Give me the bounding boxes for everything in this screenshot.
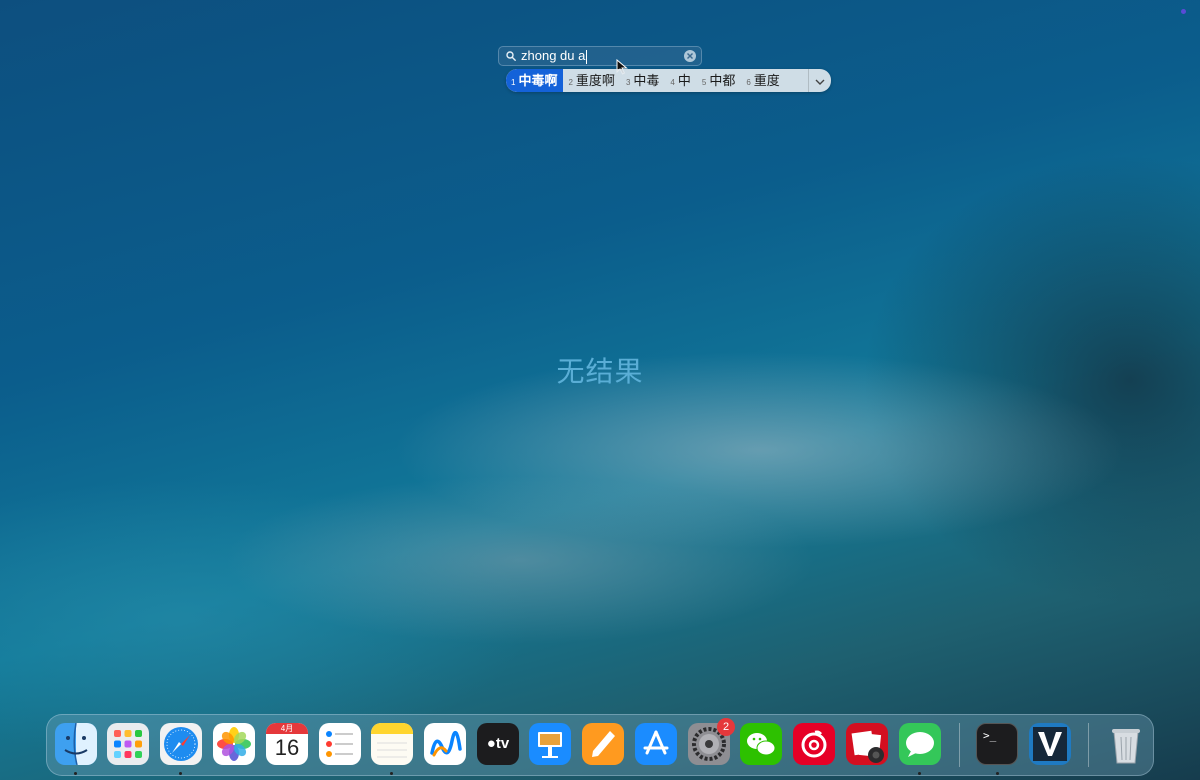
notification-badge: 2 — [717, 718, 735, 736]
reminders-icon[interactable] — [319, 723, 361, 765]
dock: 4月 16 ●tv 2 >_ — [46, 714, 1154, 776]
finder-icon[interactable] — [55, 723, 97, 765]
terminal-icon[interactable]: >_ — [976, 723, 1018, 765]
chevron-down-icon — [815, 72, 825, 90]
appletv-icon[interactable]: ●tv — [477, 723, 519, 765]
search-icon — [504, 49, 518, 63]
ime-candidate-bar: 1 中毒啊 2 重度啊 3 中毒 4中 5 中都 6 重度 — [506, 69, 831, 92]
ime-candidate-5[interactable]: 5 中都 — [697, 69, 741, 92]
messages-icon[interactable] — [899, 723, 941, 765]
ime-candidate-3[interactable]: 3 中毒 — [621, 69, 665, 92]
ime-candidate-4[interactable]: 4中 — [665, 69, 696, 92]
freeform-icon[interactable] — [424, 723, 466, 765]
running-indicator — [74, 772, 77, 775]
search-input[interactable]: zhong du a — [521, 48, 588, 64]
running-indicator — [390, 772, 393, 775]
launchpad-icon[interactable] — [107, 723, 149, 765]
keynote-icon[interactable] — [529, 723, 571, 765]
photos-icon[interactable] — [213, 723, 255, 765]
dock-separator — [959, 723, 960, 767]
running-indicator — [918, 772, 921, 775]
ime-expand-button[interactable] — [808, 69, 831, 92]
wechat-icon[interactable] — [740, 723, 782, 765]
spotlight-search-bar[interactable]: zhong du a — [498, 46, 702, 66]
running-indicator — [179, 772, 182, 775]
pages-icon[interactable] — [582, 723, 624, 765]
running-indicator — [996, 772, 999, 775]
calendar-icon[interactable]: 4月 16 — [266, 723, 308, 765]
appstore-icon[interactable] — [635, 723, 677, 765]
ime-candidate-6[interactable]: 6 重度 — [741, 69, 785, 92]
safari-icon[interactable] — [160, 723, 202, 765]
photobooth-icon[interactable] — [846, 723, 888, 765]
no-results-message: 无结果 — [556, 356, 644, 387]
trash-icon[interactable] — [1105, 723, 1147, 765]
ime-candidate-1[interactable]: 1 中毒啊 — [506, 69, 564, 92]
notification-dot — [1181, 9, 1186, 14]
netease-music-icon[interactable] — [793, 723, 835, 765]
dock-separator — [1088, 723, 1089, 767]
ime-candidate-2[interactable]: 2 重度啊 — [563, 69, 620, 92]
notes-icon[interactable] — [371, 723, 413, 765]
clear-search-icon[interactable] — [683, 49, 697, 63]
vim-icon[interactable] — [1029, 723, 1071, 765]
